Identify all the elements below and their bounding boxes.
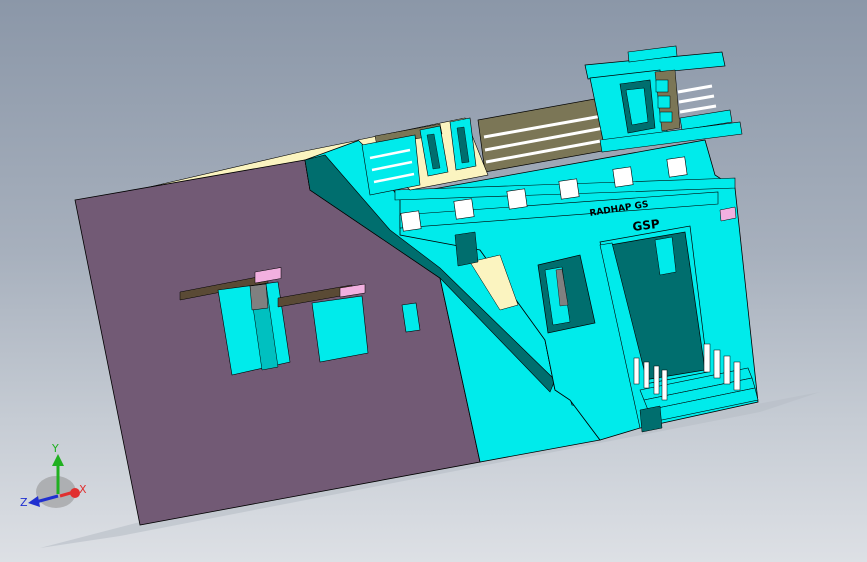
side-window-1-gap bbox=[249, 283, 269, 311]
house-model-3d: RADHAP GS GSP Y Z X bbox=[20, 45, 820, 548]
cad-viewport[interactable]: RADHAP GS GSP Y Z X bbox=[0, 0, 867, 562]
triad-y-label: Y bbox=[51, 442, 59, 455]
triad-x-label: X bbox=[79, 483, 87, 496]
orientation-triad[interactable]: Y Z X bbox=[20, 442, 87, 509]
triad-z-label: Z bbox=[20, 496, 28, 509]
triad-y-arrow bbox=[52, 454, 64, 466]
door-base bbox=[639, 405, 663, 433]
stair-head-dark bbox=[454, 231, 479, 267]
side-window-2 bbox=[311, 295, 369, 363]
triad-z-arrow bbox=[28, 496, 40, 507]
tower-rails bbox=[677, 84, 717, 114]
